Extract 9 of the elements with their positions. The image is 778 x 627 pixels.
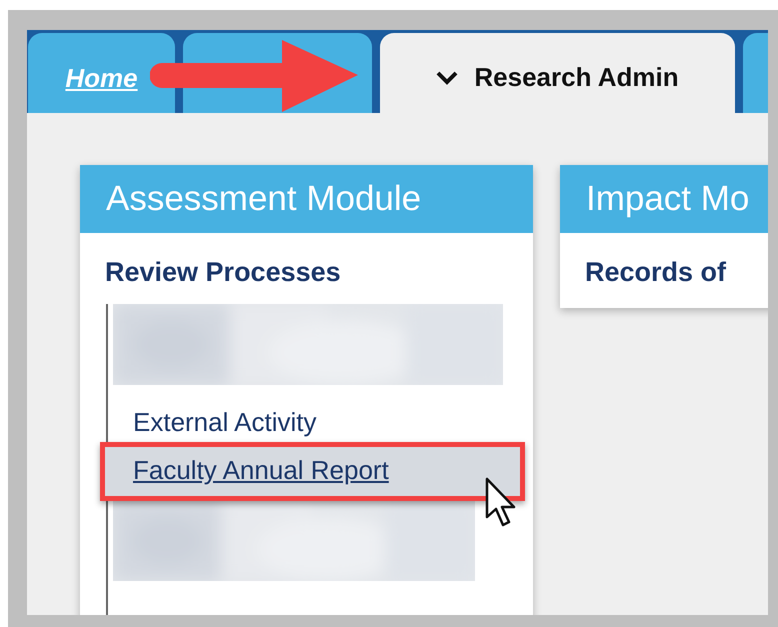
section-heading: Records of (584, 256, 728, 288)
module-title: Assessment Module (80, 165, 533, 233)
chevron-down-icon (436, 70, 458, 84)
report-link[interactable]: Faculty Annual Report (133, 455, 389, 485)
section-heading: Review Processes (104, 256, 342, 288)
module-title: Impact Mo (560, 165, 768, 233)
research-admin-tab[interactable]: Research Admin (380, 33, 735, 113)
list-item[interactable]: External Activity (133, 407, 317, 437)
cursor-icon (484, 477, 518, 529)
